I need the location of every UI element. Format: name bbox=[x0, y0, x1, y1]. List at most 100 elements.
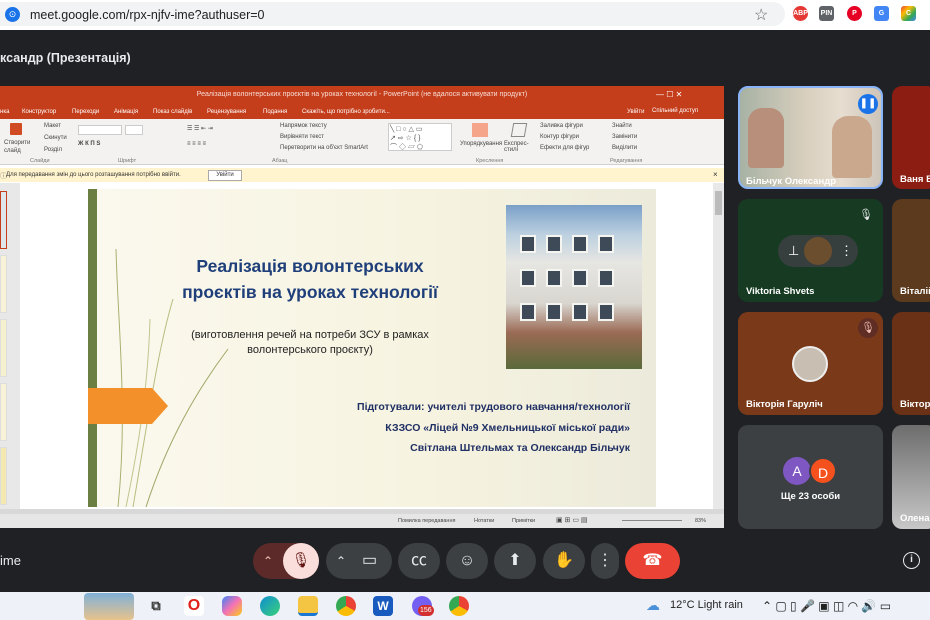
window-controls-icon[interactable]: — ☐ ✕ bbox=[656, 90, 682, 99]
new-slide-icon[interactable] bbox=[10, 123, 22, 135]
present-icon: ⬆ bbox=[508, 552, 522, 569]
chevron-up-icon[interactable]: ⌃ bbox=[336, 543, 346, 579]
arrange-button[interactable]: Упорядкування bbox=[460, 141, 502, 147]
layout-button[interactable]: Макет bbox=[44, 123, 61, 129]
participant-name: Вікторі bbox=[900, 399, 930, 410]
emoji-button[interactable]: ☺ bbox=[446, 543, 488, 579]
more-options-button[interactable]: ⋮ bbox=[591, 543, 619, 579]
tab-design[interactable]: Конструктор bbox=[22, 109, 56, 115]
sign-in-link[interactable]: Увійти bbox=[627, 109, 644, 115]
pin-icon[interactable]: ⊥ bbox=[788, 235, 799, 267]
tab-review[interactable]: Рецензування bbox=[207, 109, 246, 115]
replace-button[interactable]: Замінити bbox=[612, 134, 637, 140]
slide-thumbnail[interactable] bbox=[0, 191, 7, 249]
raise-hand-button[interactable]: ✋ bbox=[543, 543, 585, 579]
reset-button[interactable]: Скинути bbox=[44, 135, 67, 141]
address-bar[interactable]: ⊙ meet.google.com/rpx-njfv-ime?authuser=… bbox=[0, 2, 785, 26]
tell-me-box[interactable]: Скажіть, що потрібно зробити... bbox=[302, 109, 390, 115]
weather-text[interactable]: 12°C Light rain bbox=[670, 599, 743, 611]
opera-icon[interactable]: O bbox=[184, 596, 204, 616]
text-direction-button[interactable]: Напрямок тексту bbox=[280, 123, 327, 129]
shape-outline-button[interactable]: Контур фігури bbox=[540, 134, 579, 140]
more-participants-label: Ще 23 особи bbox=[780, 491, 841, 502]
find-button[interactable]: Знайти bbox=[612, 123, 632, 129]
present-button[interactable]: ⬆ bbox=[494, 543, 536, 579]
more-options-icon[interactable]: ⋮ bbox=[840, 235, 853, 267]
status-comments[interactable]: Примітки bbox=[512, 518, 535, 524]
scrollbar-thumb[interactable] bbox=[715, 191, 722, 215]
chevron-up-icon[interactable]: ⌃ bbox=[263, 543, 273, 579]
font-size-box[interactable] bbox=[125, 125, 143, 135]
align-icon[interactable]: ≡ ≡ ≡ ≡ bbox=[187, 141, 206, 147]
person-silhouette bbox=[748, 108, 784, 168]
font-name-box[interactable] bbox=[78, 125, 122, 135]
tab-slideshow[interactable]: Показ слайдів bbox=[153, 109, 192, 115]
chrome-icon[interactable] bbox=[449, 596, 469, 616]
slide-thumbnail[interactable] bbox=[0, 319, 7, 377]
translate-extension-icon[interactable]: G bbox=[874, 6, 889, 21]
bold-italic-icon[interactable]: Ж К П S bbox=[78, 141, 100, 147]
list-icon[interactable]: ☰ ☰ ⇤ ⇥ bbox=[187, 125, 213, 132]
tile-hover-controls[interactable]: ⊥ ⋮ bbox=[778, 235, 858, 267]
info-icon[interactable]: i bbox=[903, 552, 920, 569]
adblock-extension-icon[interactable]: ABP bbox=[793, 6, 808, 21]
participant-tile[interactable]: ❚❚ Більчук Олександр bbox=[738, 86, 883, 189]
camera-control-group: ⌃ ▭ bbox=[326, 543, 392, 579]
edge-icon[interactable] bbox=[260, 596, 280, 616]
shapes-gallery[interactable]: ╲ □ ○ △ ▭ ↗ ⇨ ☆ { } ⌒ ◇ ▱ ⬠ bbox=[388, 123, 452, 151]
site-info-icon[interactable]: ⊙ bbox=[5, 7, 20, 22]
participant-tile[interactable]: Ваня Ве bbox=[892, 86, 930, 189]
participant-tile[interactable]: Віталій bbox=[892, 199, 930, 302]
copilot-icon[interactable] bbox=[222, 596, 242, 616]
powerpoint-titlebar: Реалізація волонтерських проєктів на уро… bbox=[0, 86, 724, 106]
speaking-indicator-icon: ❚❚ bbox=[858, 94, 878, 114]
avatar: D bbox=[809, 457, 837, 485]
quick-styles-icon[interactable] bbox=[510, 123, 528, 137]
widgets-icon[interactable] bbox=[84, 593, 134, 620]
smartart-button[interactable]: Перетворити на об'єкт SmartArt bbox=[280, 145, 368, 151]
arrange-icon[interactable] bbox=[472, 123, 488, 137]
more-participants-tile[interactable]: A D Ще 23 особи bbox=[738, 425, 883, 529]
info-signin-button[interactable]: Увійти bbox=[208, 170, 242, 181]
task-view-icon[interactable]: ⧉ bbox=[146, 596, 166, 616]
view-buttons-icon[interactable]: ▣ ⊞ ▭ ▤ bbox=[556, 516, 588, 524]
tab-animation[interactable]: Анімація bbox=[114, 109, 138, 115]
participant-tile[interactable]: Олена bbox=[892, 425, 930, 529]
file-explorer-icon[interactable] bbox=[298, 596, 318, 616]
slide-thumbnail[interactable] bbox=[0, 447, 7, 505]
shape-fill-button[interactable]: Заливка фігури bbox=[540, 123, 583, 129]
section-button[interactable]: Розділ bbox=[44, 147, 62, 153]
slide-scrollbar[interactable] bbox=[713, 183, 724, 509]
tab-view[interactable]: Подання bbox=[263, 109, 287, 115]
align-text-button[interactable]: Вирівняти текст bbox=[280, 134, 324, 140]
camera-button[interactable]: ▭ bbox=[362, 543, 377, 579]
slide-thumbnail[interactable] bbox=[0, 383, 7, 441]
tab-transitions[interactable]: Переходи bbox=[72, 109, 99, 115]
participant-tile[interactable]: Вікторі bbox=[892, 312, 930, 415]
tray-icons[interactable]: ⌃ ▢ ▯ 🎤 ▣ ◫ ◠ 🔊 ▭ bbox=[762, 599, 891, 613]
close-infobar-icon[interactable]: × bbox=[713, 170, 718, 179]
end-call-button[interactable]: ☎ bbox=[625, 543, 680, 579]
slide-thumbnail[interactable] bbox=[0, 255, 7, 313]
share-button[interactable]: Спільний доступ bbox=[652, 108, 698, 114]
captions-button[interactable]: ㏄ bbox=[398, 543, 440, 579]
select-button[interactable]: Виділити bbox=[612, 145, 637, 151]
word-icon[interactable]: W bbox=[373, 596, 393, 616]
participant-tile[interactable]: 🎙 ⊥ ⋮ Viktoria Shvets bbox=[738, 199, 883, 302]
quick-styles-button[interactable]: Експрес-стилі bbox=[504, 141, 532, 153]
participant-tile[interactable]: 🎙 Вікторія Гаруліч bbox=[738, 312, 883, 415]
tab-insert[interactable]: нка bbox=[0, 109, 9, 115]
url-text[interactable]: meet.google.com/rpx-njfv-ime?authuser=0 bbox=[30, 8, 265, 22]
status-notes[interactable]: Нотатки bbox=[474, 518, 494, 524]
bookmark-star-icon[interactable]: ☆ bbox=[754, 5, 768, 25]
shape-effects-button[interactable]: Ефекти для фігур bbox=[540, 145, 589, 151]
extension-icon[interactable]: PIN bbox=[819, 6, 834, 21]
color-extension-icon[interactable]: C bbox=[901, 6, 916, 21]
mic-off-button[interactable]: 🎙 bbox=[283, 543, 319, 579]
chrome-icon[interactable] bbox=[336, 596, 356, 616]
status-notes-transfer[interactable]: Помилка передавання bbox=[398, 518, 455, 524]
pinterest-extension-icon[interactable]: P bbox=[847, 6, 862, 21]
new-slide-button[interactable]: Створити слайд bbox=[4, 139, 34, 155]
zoom-slider[interactable] bbox=[622, 520, 682, 521]
notification-badge: 156 bbox=[418, 605, 434, 616]
